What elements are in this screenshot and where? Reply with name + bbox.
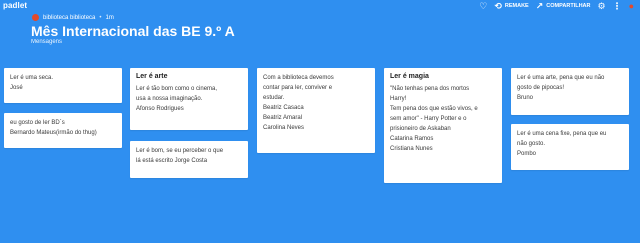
board-header: biblioteca biblioteca • 1m Mês Internaci…	[31, 14, 235, 46]
card-body: Ler é uma arte, pena que eu não gosto de…	[517, 75, 605, 101]
card-body: Ler é bom, se eu perceber o que lá está …	[136, 148, 224, 164]
author-name: biblioteca biblioteca	[43, 14, 96, 21]
separator-dot: •	[99, 14, 102, 21]
remake-label: REMAKE	[504, 3, 529, 9]
dots-icon[interactable]: ⋮	[613, 1, 622, 11]
share-icon: ↗	[535, 1, 544, 11]
remake-icon: ⟲	[494, 1, 502, 11]
share-button[interactable]: ↗ COMPARTILHAR	[536, 1, 591, 11]
top-bar: padlet ♡ ⟲ REMAKE ↗ COMPARTILHAR ⚙ ⋮ ●	[0, 0, 640, 14]
post-card[interactable]: Ler é uma cena fixe, pena que eu não gos…	[511, 124, 629, 170]
post-card[interactable]: eu gosto de ler BD´s Bernardo Mateus(irm…	[4, 113, 122, 148]
gear-icon[interactable]: ⚙	[597, 1, 605, 11]
author-line: biblioteca biblioteca • 1m	[32, 14, 235, 21]
card-subject: Ler é magia	[390, 73, 429, 80]
card-body: Ler é uma seca. José	[10, 75, 54, 91]
card-body: Com a biblioteca devemos contar para ler…	[263, 75, 334, 131]
post-time: 1m	[105, 14, 114, 21]
page-subtitle: Mensagens	[31, 39, 63, 45]
heart-icon[interactable]: ♡	[479, 1, 487, 11]
card-body: eu gosto de ler BD´s Bernardo Mateus(irm…	[10, 120, 97, 136]
post-card[interactable]: Ler é arte Ler é tão bom como o cinema, …	[130, 68, 248, 130]
page-title: Mês Internacional das BE 9.º A	[31, 23, 235, 39]
post-card[interactable]: Ler é magia "Não tenhas pena dos mortos …	[384, 68, 502, 183]
app-brand[interactable]: padlet	[3, 1, 27, 10]
avatar-icon[interactable]: ●	[629, 1, 634, 11]
post-card[interactable]: Ler é uma seca. José	[4, 68, 122, 103]
post-card[interactable]: Com a biblioteca devemos contar para ler…	[257, 68, 375, 153]
share-label: COMPARTILHAR	[546, 3, 591, 9]
remake-button[interactable]: ⟲ REMAKE	[494, 1, 528, 11]
card-body: Ler é uma cena fixe, pena que eu não gos…	[517, 131, 607, 157]
card-body: Ler é tão bom como o cinema, usa a nossa…	[136, 86, 218, 112]
post-card[interactable]: Ler é uma arte, pena que eu não gosto de…	[511, 68, 629, 115]
post-card[interactable]: Ler é bom, se eu perceber o que lá está …	[130, 141, 248, 178]
padlet-board: Ler é uma seca. José eu gosto de ler BD´…	[4, 68, 636, 238]
top-actions: ♡ ⟲ REMAKE ↗ COMPARTILHAR ⚙ ⋮ ●	[479, 1, 634, 11]
card-subject: Ler é arte	[136, 73, 168, 80]
card-body: "Não tenhas pena dos mortos Harry! Tem p…	[390, 86, 478, 152]
author-avatar	[32, 14, 39, 21]
